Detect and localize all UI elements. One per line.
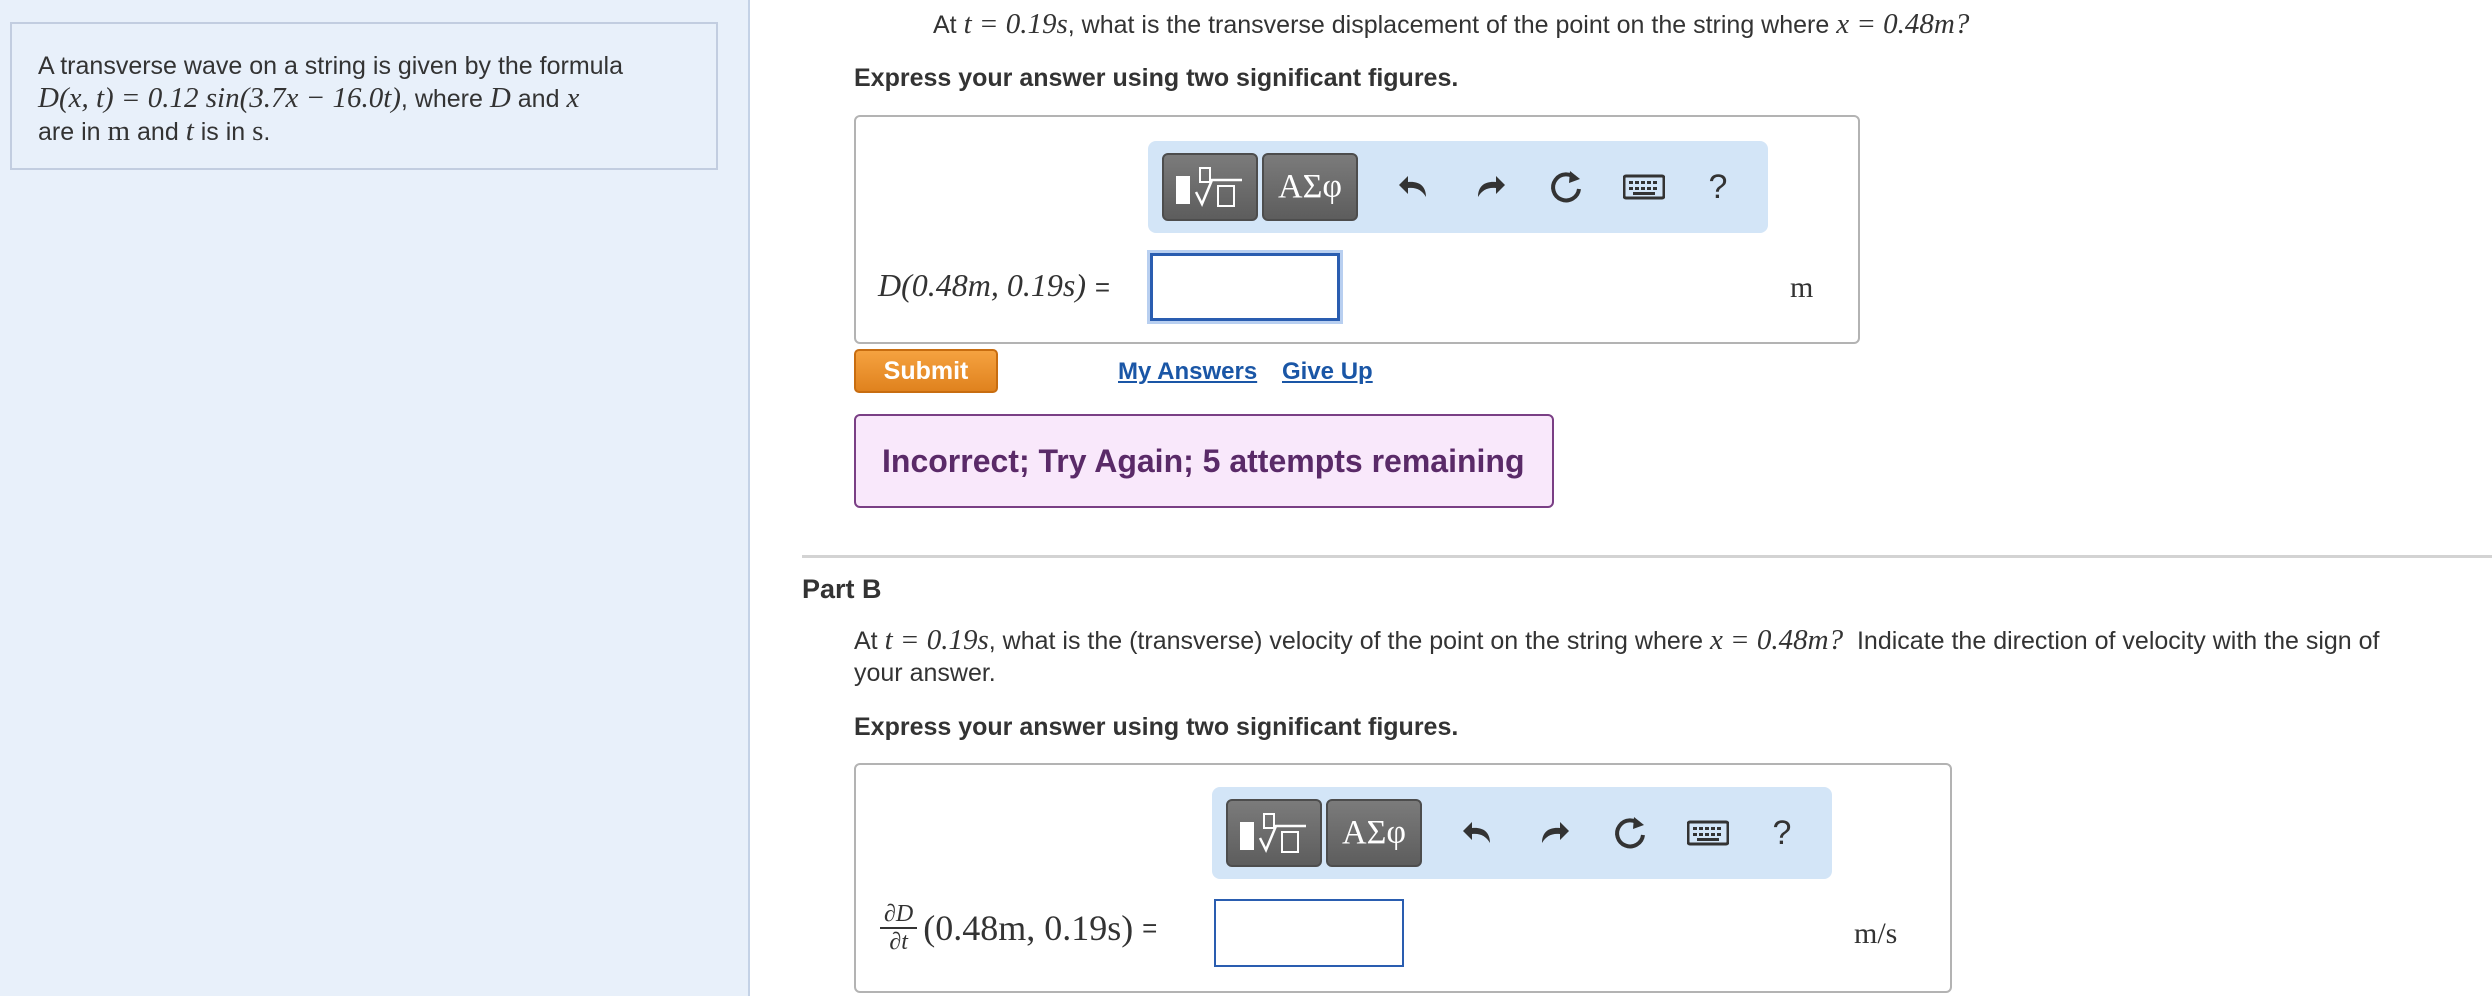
- intro-and: and: [517, 85, 560, 113]
- part-b-answer-expr: (0.48m, 0.19s): [923, 908, 1134, 948]
- part-a-q-time: t = 0.19s: [963, 8, 1068, 40]
- intro-period: .: [263, 118, 271, 146]
- keyboard-icon[interactable]: [1684, 809, 1732, 857]
- give-up-link[interactable]: Give Up: [1282, 358, 1373, 386]
- part-a-answer-input[interactable]: [1150, 253, 1340, 321]
- part-b-q-prefix: At: [854, 627, 878, 655]
- part-a-instruction: Express your answer using two significan…: [854, 64, 1459, 92]
- part-b-q-position: x = 0.48m?: [1709, 624, 1844, 656]
- symbols-button[interactable]: ΑΣφ: [1262, 153, 1358, 221]
- feedback-message: Incorrect; Try Again; 5 attempts remaini…: [854, 414, 1554, 508]
- part-b-instruction: Express your answer using two significan…: [854, 713, 1459, 741]
- intro-line-3: are in m and t is in s.: [38, 115, 690, 148]
- part-a-equals: =: [1094, 272, 1111, 302]
- part-b-q-time: t = 0.19s: [884, 624, 989, 656]
- part-a-unit: m: [1790, 271, 1814, 304]
- templates-button[interactable]: [1162, 153, 1258, 221]
- undo-icon[interactable]: [1454, 809, 1502, 857]
- intro-var-x: x: [566, 82, 580, 114]
- part-a-answer-expr: D(0.48m, 0.19s): [878, 267, 1086, 303]
- intro-where: , where: [400, 85, 483, 113]
- part-a-math-toolbar: ΑΣφ ?: [1148, 141, 1768, 233]
- partial-derivative: ∂D ∂t: [880, 901, 918, 955]
- part-b-equals: =: [1142, 912, 1158, 943]
- part-b-q-mid: , what is the (transverse) velocity of t…: [988, 627, 1703, 655]
- part-b-unit: m/s: [1854, 917, 1898, 950]
- part-a-q-mid: , what is the transverse displacement of…: [1067, 11, 1830, 39]
- my-answers-link[interactable]: My Answers: [1118, 358, 1257, 386]
- part-b-answer-input[interactable]: [1214, 899, 1404, 967]
- help-button[interactable]: ?: [1694, 163, 1742, 211]
- intro-are-in: are in: [38, 118, 101, 146]
- part-b-math-toolbar: ΑΣφ ?: [1212, 787, 1832, 879]
- part-a-answer-label: D(0.48m, 0.19s) =: [878, 267, 1110, 304]
- part-a-q-position: x = 0.48m?: [1836, 8, 1970, 40]
- reset-icon[interactable]: [1542, 163, 1590, 211]
- templates-button[interactable]: [1226, 799, 1322, 867]
- submit-button[interactable]: Submit: [854, 349, 998, 393]
- part-b-answer-box: ΑΣφ ? ∂D ∂t (0.48m, 0.19s) = m/s: [854, 763, 1952, 993]
- feedback-text: Incorrect; Try Again; 5 attempts remaini…: [882, 442, 1525, 479]
- help-button[interactable]: ?: [1758, 809, 1806, 857]
- partial-numerator: ∂D: [880, 901, 918, 929]
- sqrt-template-icon: [1176, 167, 1242, 208]
- part-a-answer-box: ΑΣφ ? D(0.48m, 0.19s) = m: [854, 115, 1860, 344]
- part-b-title: Part B: [802, 574, 882, 604]
- intro-line-1: A transverse wave on a string is given b…: [38, 52, 624, 80]
- reset-icon[interactable]: [1606, 809, 1654, 857]
- intro-var-t: t: [185, 115, 194, 147]
- intro-var-d: D: [489, 82, 511, 114]
- redo-icon[interactable]: [1466, 163, 1514, 211]
- part-a-question: At t = 0.19s, what is the transverse dis…: [933, 8, 1969, 41]
- intro-unit-s: s: [252, 115, 264, 147]
- partial-denominator: ∂t: [889, 929, 908, 955]
- symbols-label: ΑΣφ: [1342, 814, 1406, 851]
- part-b-q-suffix: Indicate the direction of velocity with …: [1856, 627, 2380, 655]
- intro-and-2: and: [137, 118, 179, 146]
- symbols-label: ΑΣφ: [1278, 168, 1342, 205]
- problem-panel: A transverse wave on a string is given b…: [0, 0, 750, 996]
- intro-formula: D(x, t) = 0.12 sin(3.7x − 16.0t): [38, 82, 401, 114]
- keyboard-icon[interactable]: [1620, 163, 1668, 211]
- intro-is-in: is in: [200, 118, 246, 146]
- intro-line-2: D(x, t) = 0.12 sin(3.7x − 16.0t), where …: [38, 82, 690, 115]
- redo-icon[interactable]: [1530, 809, 1578, 857]
- part-b-question: At t = 0.19s, what is the (transverse) v…: [854, 624, 2492, 689]
- part-b-answer-label: ∂D ∂t (0.48m, 0.19s) =: [880, 901, 1157, 955]
- undo-icon[interactable]: [1390, 163, 1438, 211]
- sqrt-template-icon: [1240, 813, 1306, 854]
- part-divider: [802, 555, 2492, 558]
- symbols-button[interactable]: ΑΣφ: [1326, 799, 1422, 867]
- intro-unit-m: m: [107, 115, 131, 147]
- part-b-q-line2: your answer.: [854, 659, 996, 687]
- part-a-q-prefix: At: [933, 11, 957, 39]
- problem-statement: A transverse wave on a string is given b…: [10, 22, 718, 170]
